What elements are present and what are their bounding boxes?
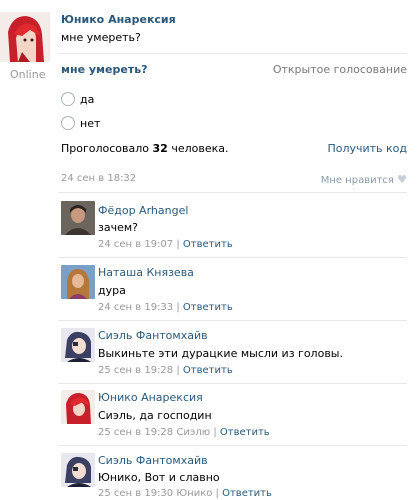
comment-text: Сиэль, да господин [98,409,212,422]
poll-voted-number: 32 [152,142,168,155]
comment-reply-to[interactable]: Сиэлю [176,427,210,438]
poll-option-label-no[interactable]: нет [80,117,100,130]
poll-option-radio-no[interactable] [61,116,75,130]
get-code-link[interactable]: Получить код [327,142,407,155]
comment-author[interactable]: Фёдор Arhangel [98,204,188,217]
comment-author[interactable]: Сиэль Фантомхайв [98,329,208,342]
comment-avatar[interactable] [61,201,95,235]
reply-link[interactable]: Ответить [220,427,270,438]
post-text: мне умереть? [61,31,141,44]
poll-title: мне умереть? [61,63,148,76]
comment-date[interactable]: 24 сен в 19:07 [98,239,173,250]
reply-link[interactable]: Ответить [183,239,233,250]
comment-avatar[interactable] [61,265,95,299]
reply-link[interactable]: Ответить [183,365,233,376]
comment-text: дура [98,284,126,297]
poll-option-radio-yes[interactable] [61,92,75,106]
like-label: Мне нравится [320,175,394,186]
like-button[interactable]: Мне нравится ♥ [321,173,407,186]
comment-date[interactable]: 25 сен в 19:28 [98,427,173,438]
comment-meta: 24 сен в 19:33 | Ответить [98,302,233,313]
online-status: Online [10,68,46,81]
comment-date[interactable]: 25 сен в 19:28 [98,365,173,376]
comment-meta: 25 сен в 19:28 | Ответить [98,365,233,376]
poll-type: Открытое голосование [272,63,407,76]
comment-author[interactable]: Наташа Князева [98,266,194,279]
comment-date[interactable]: 24 сен в 19:33 [98,302,173,313]
comment-text: Юнико, Вот и славно [98,471,220,484]
reply-link[interactable]: Ответить [222,488,272,499]
comment-text: зачем? [98,221,138,234]
comment-author[interactable]: Юнико Анарексия [98,391,203,404]
comment-avatar[interactable] [61,453,95,487]
poll-voted-prefix: Проголосовало [61,142,153,155]
comment-meta: 25 сен в 19:28 Сиэлю | Ответить [98,427,270,438]
poll-voted-suffix: человека. [167,142,229,155]
post-date[interactable]: 24 сен в 18:32 [61,173,136,184]
author-avatar[interactable] [0,12,50,62]
comment-text: Выкиньте эти дурацкие мысли из головы. [98,347,343,360]
comment-date[interactable]: 25 сен в 19:30 [98,488,173,499]
comment-avatar[interactable] [61,328,95,362]
comment-avatar[interactable] [61,390,95,424]
poll-option-label-yes[interactable]: да [80,93,94,106]
heart-icon: ♥ [397,173,407,186]
comment-meta: 25 сен в 19:30 Юнико | Ответить [98,488,272,499]
reply-link[interactable]: Ответить [183,302,233,313]
comment-author[interactable]: Сиэль Фантомхайв [98,454,208,467]
poll-voted-count: Проголосовало 32 человека. [61,142,228,155]
comment-meta: 24 сен в 19:07 | Ответить [98,239,233,250]
comment-reply-to[interactable]: Юнико [176,488,212,499]
post-author-name[interactable]: Юнико Анарексия [61,13,176,26]
